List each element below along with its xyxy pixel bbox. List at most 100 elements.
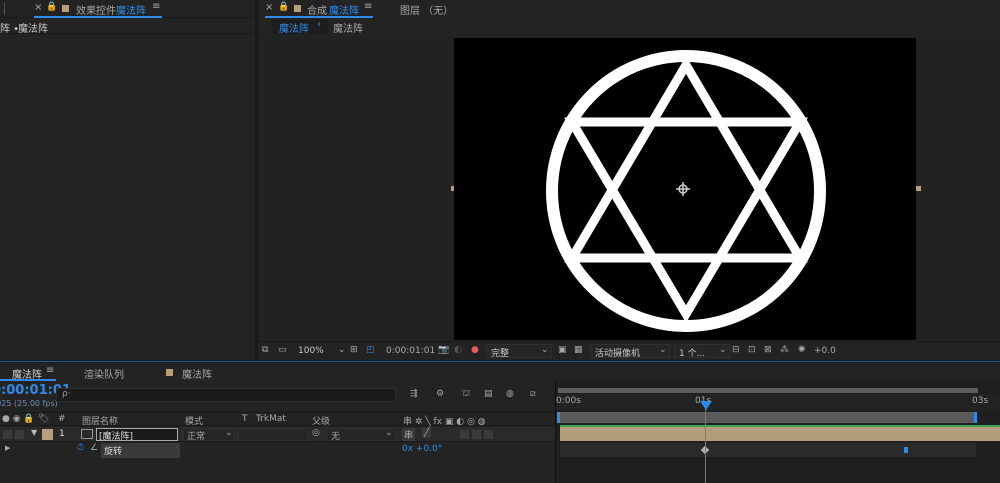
comp-viewer[interactable] <box>454 38 916 340</box>
layer-label-color[interactable] <box>42 429 53 440</box>
lock-icon[interactable]: 🔒 <box>278 2 289 12</box>
parent-dropdown[interactable]: 无 ⌄ <box>326 428 396 442</box>
chevron-left-icon[interactable]: ‹ <box>317 19 321 30</box>
panel-menu-icon[interactable]: ≡ <box>152 1 160 12</box>
mask-visibility-icon[interactable]: ◰ <box>366 345 375 355</box>
canvas-handle-right[interactable] <box>916 186 921 191</box>
column-parent[interactable]: 父级 <box>312 414 330 427</box>
layer-span-bar[interactable] <box>560 412 975 423</box>
blend-mode-dropdown[interactable]: 正常 ⌄ <box>183 428 235 442</box>
pick-whip-icon[interactable]: ◎ <box>312 428 320 438</box>
adjust-switch[interactable] <box>484 430 493 439</box>
graph-icon[interactable]: ∠ <box>90 443 98 453</box>
views-value: 1 个... <box>679 349 706 359</box>
layer-name-field[interactable]: [魔法阵] <box>96 428 178 442</box>
flowchart-icon[interactable]: ⁂ <box>780 345 789 355</box>
graph-editor-icon[interactable]: ⧄ <box>530 389 536 399</box>
show-snapshot-icon[interactable]: ◐ <box>454 345 462 355</box>
layer-search-box[interactable]: ρ‧ <box>56 388 396 402</box>
close-icon[interactable]: × <box>34 2 42 13</box>
current-time[interactable]: 0:00:01:01 <box>386 346 435 356</box>
timeline-icon[interactable]: ⊠ <box>764 345 772 355</box>
lock-icon[interactable]: 🔒 <box>46 2 57 12</box>
panel-menu-icon[interactable]: ≡ <box>46 365 54 376</box>
timeline-graph-area: 0:00s 01s 03s <box>555 381 1000 483</box>
column-t[interactable]: T <box>242 414 248 424</box>
comp-canvas-area <box>258 36 1000 340</box>
resolution-dropdown[interactable]: 完整 ⌄ <box>486 344 552 359</box>
comp-panel-title[interactable]: 合成 <box>307 2 327 17</box>
stopwatch-icon[interactable]: ⏱ <box>77 443 84 453</box>
label-color-swatch <box>294 5 301 12</box>
exposure-value[interactable]: +0.0 <box>814 346 836 356</box>
focus-indicator <box>0 361 1000 362</box>
frame-rate-readout: 00025 (25.00 fps) <box>0 399 58 408</box>
motion-blur-icon[interactable]: ◍ <box>506 389 514 399</box>
panel-menu-icon[interactable]: ≡ <box>364 1 372 12</box>
property-row[interactable]: ▶ ⏱ ∠ 旋转 0x +0.0° <box>0 443 555 458</box>
views-dropdown[interactable]: 1 个... ⌄ <box>674 344 730 359</box>
keyframe-2[interactable] <box>904 447 908 453</box>
video-switch[interactable] <box>3 430 12 439</box>
monitor-icon[interactable]: ▭ <box>278 345 287 355</box>
left-divider <box>4 3 5 15</box>
exposure-icon[interactable]: ✺ <box>798 345 806 355</box>
expand-arrow-icon[interactable]: ▶ <box>5 444 10 452</box>
playhead-line <box>705 403 706 483</box>
breadcrumb-prefix: 阵 • <box>0 24 20 35</box>
active-tab-underline <box>34 16 162 18</box>
camera-snapshot-icon[interactable]: 📷 <box>438 345 449 355</box>
expand-arrow-icon[interactable]: ▼ <box>31 428 37 437</box>
quality-switch[interactable]: ╱ <box>422 428 432 438</box>
transparency-grid-icon[interactable]: ▦ <box>574 345 583 355</box>
work-area-bar[interactable] <box>558 388 978 393</box>
comp-panel-comp-name[interactable]: 魔法阵 <box>329 2 359 17</box>
chevron-down-icon: ⌄ <box>225 428 233 438</box>
playhead-marker[interactable] <box>700 401 712 410</box>
magic-circle-graphic <box>546 50 826 332</box>
layer-row[interactable]: ▼ 1 [魔法阵] 正常 ⌄ ◎ 无 ⌄ 串 ╱ <box>0 427 555 442</box>
column-mode[interactable]: 模式 <box>185 414 203 427</box>
draft-3d-icon[interactable]: ⚙ <box>436 389 444 399</box>
property-track-bg <box>560 443 976 457</box>
blend-switch[interactable] <box>472 430 481 439</box>
fast-previews-icon[interactable]: ⊡ <box>748 345 756 355</box>
close-icon[interactable]: × <box>265 2 273 13</box>
layer-index: 1 <box>59 429 65 439</box>
zoom-value[interactable]: 100% <box>298 346 324 356</box>
always-preview-icon[interactable]: ⧉ <box>262 345 268 355</box>
effects-panel: × 🔒 效果控件 魔法阵 ≡ 阵 • 魔法阵 <box>0 0 255 360</box>
color-channels-icon[interactable]: ● <box>471 345 479 355</box>
solo-switch[interactable] <box>15 430 24 439</box>
sub-tab-active[interactable]: 魔法阵 ‹ <box>272 19 328 35</box>
region-of-interest-icon[interactable]: ▣ <box>558 345 567 355</box>
comp-mini-flowchart-icon[interactable]: ⇶ <box>410 389 418 399</box>
camera-value: 活动摄像机 <box>595 349 641 359</box>
timeline-tab-bar: 魔法阵 ≡ 渲染队列 魔法阵 <box>0 363 1000 381</box>
time-ruler[interactable]: 0:00s 01s 03s <box>556 394 1000 410</box>
sub-tab-other[interactable]: 魔法阵 <box>333 20 363 35</box>
effects-panel-comp-name[interactable]: 魔法阵 <box>116 2 146 17</box>
toggle-pixel-aspect-icon[interactable]: ⊟ <box>732 345 740 355</box>
sub-tab-active-label: 魔法阵 <box>279 24 309 35</box>
effects-panel-title[interactable]: 效果控件 <box>76 2 116 17</box>
column-number[interactable]: # <box>58 414 66 424</box>
active-tab-underline <box>0 379 56 381</box>
work-area-handle-right[interactable] <box>974 412 977 423</box>
camera-dropdown[interactable]: 活动摄像机 ⌄ <box>590 344 670 359</box>
chevron-down-icon[interactable]: ⌄ <box>338 345 346 355</box>
frame-blending-icon[interactable]: ▤ <box>484 389 493 399</box>
layer-panel-tab[interactable]: 图层 （无） <box>400 2 453 17</box>
grid-guides-icon[interactable]: ⊞ <box>350 345 358 355</box>
effect-switch[interactable] <box>460 430 469 439</box>
render-queue-tab[interactable]: 渲染队列 <box>84 366 124 381</box>
trkmat-dropdown[interactable] <box>238 428 308 441</box>
property-value[interactable]: 0x +0.0° <box>402 444 442 454</box>
column-layer-name[interactable]: 图层名称 <box>82 414 118 427</box>
column-trkmat[interactable]: TrkMat <box>256 414 286 424</box>
timeline-panel: 魔法阵 ≡ 渲染队列 魔法阵 0:00:01:01 00025 (25.00 f… <box>0 363 1000 483</box>
hide-shy-layers-icon[interactable]: ⛫ <box>462 389 470 400</box>
layer-duration-bar[interactable] <box>560 427 1000 441</box>
shy-switch[interactable]: 串 <box>402 428 416 441</box>
timeline-tab-comp2[interactable]: 魔法阵 <box>182 366 212 381</box>
